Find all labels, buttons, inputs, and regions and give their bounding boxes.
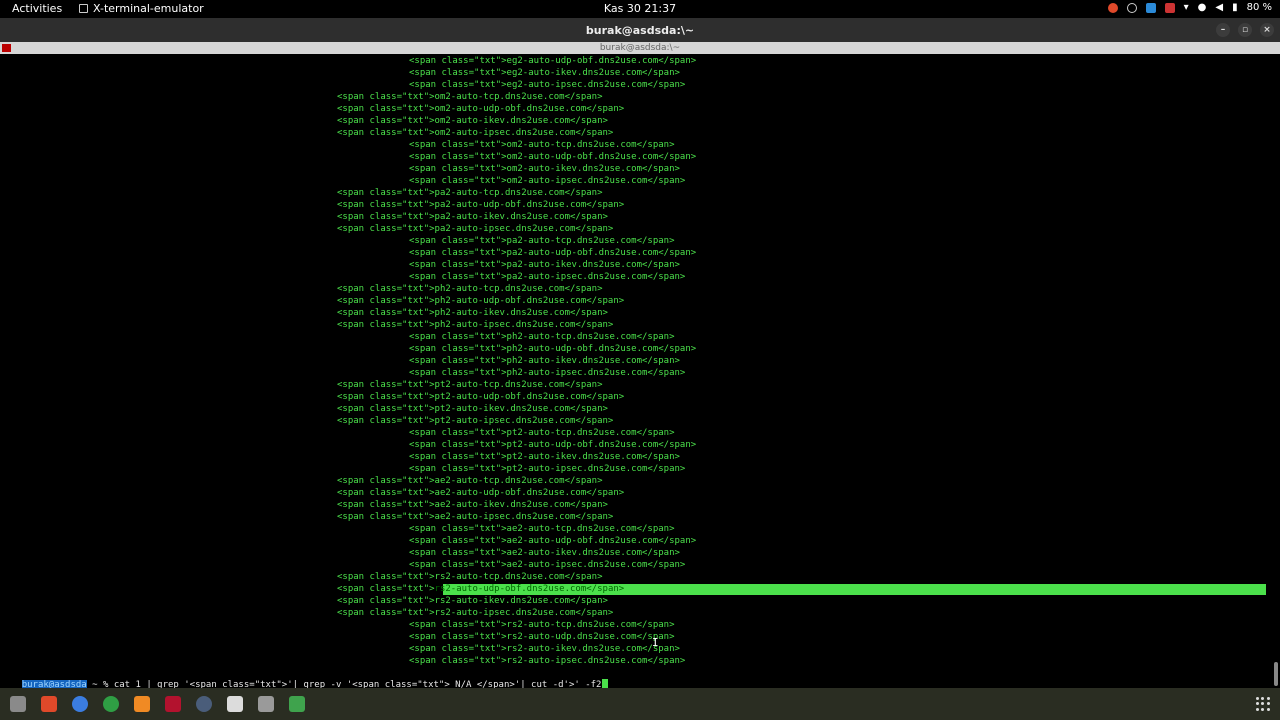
system-tray[interactable]: ▾ ● ◀ ▮ 80 %: [1107, 2, 1272, 13]
app-menu-label: X-terminal-emulator: [93, 2, 204, 15]
obs-icon[interactable]: [227, 696, 243, 712]
microphone-icon[interactable]: ●: [1198, 2, 1207, 13]
terminal-line: <span class="txt">om2-auto-ipsec.dns2use…: [409, 176, 686, 186]
wifi-icon[interactable]: ▾: [1184, 2, 1189, 13]
command-prompt[interactable]: burak@asdsda ~ % cat 1 | grep '<span cla…: [0, 667, 609, 690]
terminal-line: <span class="txt">eg2-auto-ikev.dns2use.…: [409, 68, 680, 78]
app-window-icon: [79, 4, 88, 13]
archive-icon[interactable]: [289, 696, 305, 712]
activities-button[interactable]: Activities: [12, 2, 62, 15]
terminal-line: <span class="txt">ph2-auto-tcp.dns2use.c…: [337, 284, 603, 294]
terminal-line: <span class="txt">pt2-auto-ipsec.dns2use…: [337, 416, 614, 426]
terminal-line: <span class="txt">ae2-auto-ikev.dns2use.…: [337, 500, 608, 510]
volume-icon[interactable]: ◀: [1215, 2, 1223, 13]
terminal-line: <span class="txt">ae2-auto-tcp.dns2use.c…: [337, 476, 603, 486]
settings-icon[interactable]: [196, 696, 212, 712]
terminal-line: <span class="txt">ph2-auto-ikev.dns2use.…: [409, 356, 680, 366]
brave-tray-icon[interactable]: [1107, 2, 1118, 13]
mouse-ibeam-cursor: I: [652, 636, 659, 649]
terminal-line: <span class="txt">ae2-auto-tcp.dns2use.c…: [409, 524, 675, 534]
terminal-line: <span class="txt">rs2-auto-udp-obf.dns2u…: [337, 584, 625, 594]
terminal-line: <span class="txt">rs2-auto-ikev.dns2use.…: [337, 596, 608, 606]
terminal-line: <span class="txt">rs2-auto-ipsec.dns2use…: [409, 656, 686, 666]
terminal-line: <span class="txt">pa2-auto-udp-obf.dns2u…: [337, 200, 625, 210]
terminal-line: <span class="txt">pa2-auto-tcp.dns2use.c…: [337, 188, 603, 198]
shield-tray-icon[interactable]: [1164, 2, 1175, 13]
terminal-line: <span class="txt">rs2-auto-ipsec.dns2use…: [337, 608, 614, 618]
terminal-line: <span class="txt">ae2-auto-ikev.dns2use.…: [409, 548, 680, 558]
terminal-line: <span class="txt">pt2-auto-tcp.dns2use.c…: [337, 380, 603, 390]
terminal-line: <span class="txt">pt2-auto-udp-obf.dns2u…: [409, 440, 697, 450]
terminal-line: <span class="txt">rs2-auto-ikev.dns2use.…: [409, 644, 680, 654]
terminal-icon[interactable]: [165, 696, 181, 712]
terminal-menu-icon[interactable]: [2, 44, 11, 52]
terminal-line: <span class="txt">rs2-auto-tcp.dns2use.c…: [409, 620, 675, 630]
terminal-line: <span class="txt">ph2-auto-ikev.dns2use.…: [337, 308, 608, 318]
terminal-line: <span class="txt">om2-auto-ipsec.dns2use…: [337, 128, 614, 138]
battery-label: 80 %: [1246, 2, 1272, 13]
app-menu[interactable]: X-terminal-emulator: [79, 2, 204, 15]
sublime-icon[interactable]: [134, 696, 150, 712]
terminal-line: <span class="txt">om2-auto-ikev.dns2use.…: [337, 116, 608, 126]
selected-text: rs2-auto-udp-obf.dns2use.com</span>: [434, 584, 625, 594]
terminal-output[interactable]: <span class="txt">eg2-auto-udp-obf.dns2u…: [0, 54, 1280, 690]
show-apps-icon[interactable]: [1256, 697, 1270, 711]
terminal-line: <span class="txt">ae2-auto-udp-obf.dns2u…: [409, 536, 697, 546]
terminal-line: <span class="txt">eg2-auto-ipsec.dns2use…: [409, 80, 686, 90]
terminal-line: <span class="txt">ph2-auto-udp-obf.dns2u…: [409, 344, 697, 354]
dock: [0, 688, 1280, 720]
terminal-line: <span class="txt">pa2-auto-ipsec.dns2use…: [409, 272, 686, 282]
chrome-icon[interactable]: [103, 696, 119, 712]
terminal-line: <span class="txt">ph2-auto-tcp.dns2use.c…: [409, 332, 675, 342]
terminal-line: <span class="txt">pt2-auto-ikev.dns2use.…: [409, 452, 680, 462]
window-titlebar[interactable]: burak@asdsda:\~ – ▫ ×: [0, 18, 1280, 42]
terminal-line: <span class="txt">pa2-auto-tcp.dns2use.c…: [409, 236, 675, 246]
terminal-line: <span class="txt">ph2-auto-udp-obf.dns2u…: [337, 296, 625, 306]
terminal-line: <span class="txt">ae2-auto-udp-obf.dns2u…: [337, 488, 625, 498]
terminal-line: <span class="txt">ph2-auto-ipsec.dns2use…: [337, 320, 614, 330]
brave-icon[interactable]: [41, 696, 57, 712]
terminal-line: <span class="txt">pa2-auto-ipsec.dns2use…: [337, 224, 614, 234]
maximize-button[interactable]: ▫: [1238, 23, 1252, 37]
terminal-line: <span class="txt">pt2-auto-tcp.dns2use.c…: [409, 428, 675, 438]
close-button[interactable]: ×: [1260, 23, 1274, 37]
terminal-line: <span class="txt">ae2-auto-ipsec.dns2use…: [337, 512, 614, 522]
scrollbar[interactable]: [1274, 662, 1278, 686]
tab-title[interactable]: burak@asdsda:\~: [600, 43, 680, 53]
terminal-line: <span class="txt">pa2-auto-udp-obf.dns2u…: [409, 248, 697, 258]
terminal-tab-bar[interactable]: burak@asdsda:\~: [0, 42, 1280, 54]
help-icon[interactable]: [72, 696, 88, 712]
top-bar: Activities X-terminal-emulator Kas 30 21…: [0, 0, 1280, 18]
terminal-line: <span class="txt">om2-auto-tcp.dns2use.c…: [337, 92, 603, 102]
text-editor-icon[interactable]: [258, 696, 274, 712]
settings-tray-icon[interactable]: [1126, 2, 1137, 13]
terminal-line: <span class="txt">pt2-auto-ipsec.dns2use…: [409, 464, 686, 474]
window-title: burak@asdsda:\~: [585, 24, 695, 37]
terminal-line: <span class="txt">pa2-auto-ikev.dns2use.…: [409, 260, 680, 270]
files-icon[interactable]: [10, 696, 26, 712]
terminal-line: <span class="txt">ph2-auto-ipsec.dns2use…: [409, 368, 686, 378]
terminal-line: <span class="txt">om2-auto-ikev.dns2use.…: [409, 164, 680, 174]
clock-label[interactable]: Kas 30 21:37: [604, 2, 676, 15]
app-tray-icon[interactable]: [1145, 2, 1156, 13]
terminal-line: <span class="txt">om2-auto-tcp.dns2use.c…: [409, 140, 675, 150]
terminal-line: <span class="txt">rs2-auto-tcp.dns2use.c…: [337, 572, 603, 582]
terminal-line: <span class="txt">rs2-auto-udp.dns2use.c…: [409, 632, 675, 642]
terminal-line: <span class="txt">pt2-auto-udp-obf.dns2u…: [337, 392, 625, 402]
terminal-line: <span class="txt">pt2-auto-ikev.dns2use.…: [337, 404, 608, 414]
terminal-line: <span class="txt">pa2-auto-ikev.dns2use.…: [337, 212, 608, 222]
terminal-line: <span class="txt">om2-auto-udp-obf.dns2u…: [409, 152, 697, 162]
minimize-button[interactable]: –: [1216, 23, 1230, 37]
terminal-line: <span class="txt">ae2-auto-ipsec.dns2use…: [409, 560, 686, 570]
terminal-line: <span class="txt">eg2-auto-udp-obf.dns2u…: [409, 56, 697, 66]
battery-icon[interactable]: ▮: [1232, 2, 1238, 13]
terminal-line: <span class="txt">om2-auto-udp-obf.dns2u…: [337, 104, 625, 114]
